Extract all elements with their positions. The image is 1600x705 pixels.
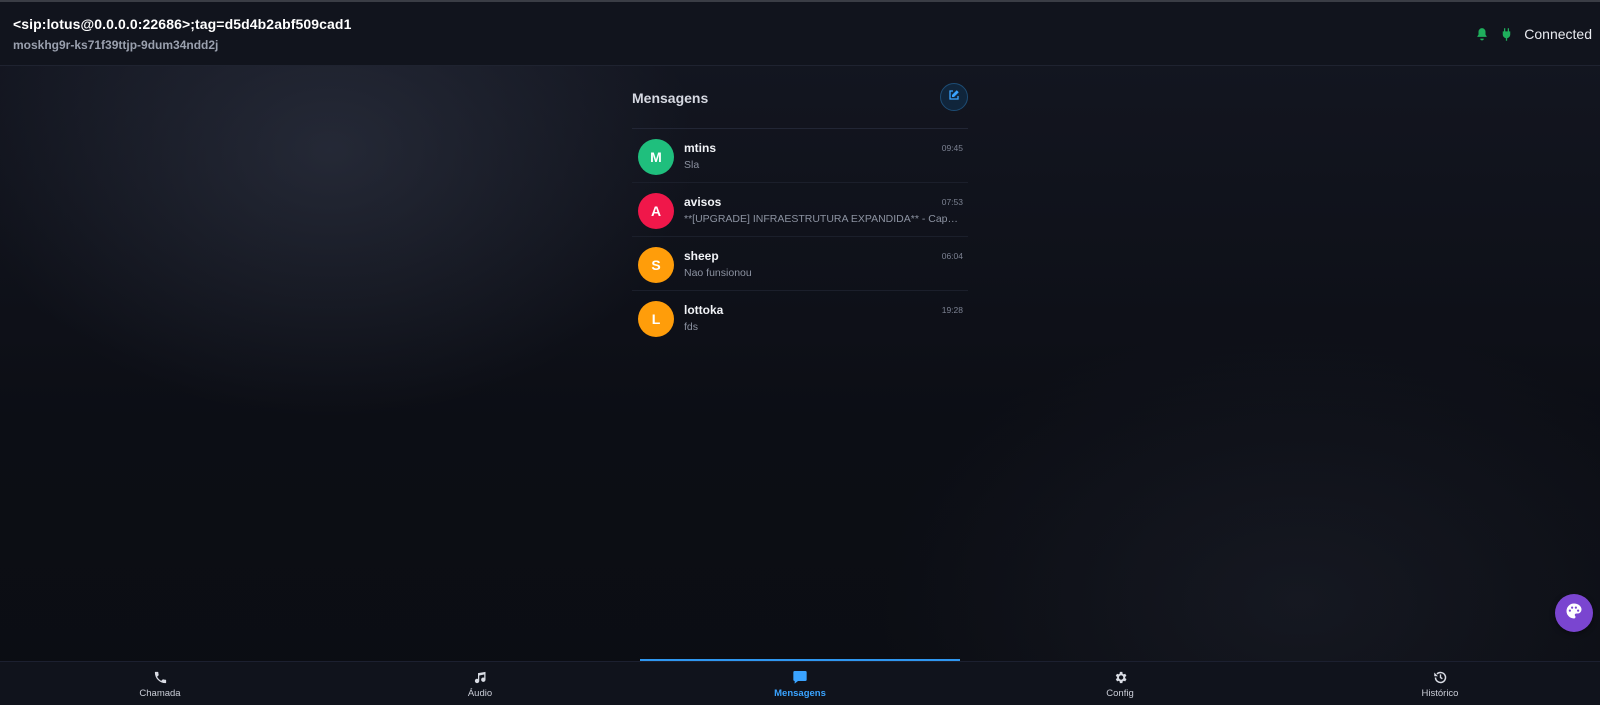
tab-mensagens[interactable]: Mensagens [640, 662, 960, 705]
avatar: S [638, 247, 674, 283]
contact-name: sheep [684, 249, 719, 263]
avatar: L [638, 301, 674, 337]
conversation-list: M mtins 09:45 Sla A avisos 07:53 **[UPGR… [632, 129, 968, 345]
avatar: M [638, 139, 674, 175]
tab-historico[interactable]: Histórico [1280, 662, 1600, 705]
connection-status: Connected [1474, 24, 1592, 44]
message-time: 09:45 [941, 143, 963, 153]
message-time: 19:28 [941, 305, 963, 315]
conversation-item[interactable]: M mtins 09:45 Sla [632, 129, 968, 183]
message-time: 07:53 [941, 197, 963, 207]
tab-label: Histórico [1421, 688, 1459, 699]
plug-icon [1498, 26, 1514, 42]
status-label: Connected [1524, 26, 1592, 42]
message-preview: Sla [684, 159, 700, 171]
conversation-item[interactable]: L lottoka 19:28 fds [632, 291, 968, 345]
conversation-item[interactable]: A avisos 07:53 **[UPGRADE] INFRAESTRUTUR… [632, 183, 968, 237]
palette-icon [1565, 602, 1583, 625]
messages-title: Mensagens [632, 90, 709, 106]
tab-audio[interactable]: Áudio [320, 662, 640, 705]
contact-name: lottoka [684, 303, 724, 317]
tab-label: Chamada [139, 688, 181, 699]
avatar: A [638, 193, 674, 229]
contact-name: avisos [684, 195, 722, 209]
tab-chamada[interactable]: Chamada [0, 662, 320, 705]
bell-icon[interactable] [1474, 26, 1490, 42]
chat-icon [792, 669, 808, 685]
messages-panel: Mensagens M mtins 09:45 Sla A avisos 07:… [632, 66, 968, 660]
contact-name: mtins [684, 141, 717, 155]
gear-icon [1112, 669, 1128, 685]
tab-label: Mensagens [774, 688, 826, 699]
theme-button[interactable] [1555, 594, 1593, 632]
compose-button[interactable] [940, 83, 968, 111]
phone-icon [152, 669, 168, 685]
message-time: 06:04 [941, 251, 963, 261]
tab-label: Config [1106, 688, 1134, 699]
header: <sip:lotus@0.0.0.0:22686>;tag=d5d4b2abf5… [0, 2, 1600, 66]
bottom-navigation: Chamada Áudio Mensagens Config Histórico [0, 661, 1600, 705]
history-icon [1432, 669, 1448, 685]
sip-address-title: <sip:lotus@0.0.0.0:22686>;tag=d5d4b2abf5… [13, 16, 352, 32]
edit-icon [948, 88, 960, 106]
message-preview: Nao funsionou [684, 267, 752, 279]
music-icon [472, 669, 488, 685]
message-preview: fds [684, 321, 699, 333]
conversation-item[interactable]: S sheep 06:04 Nao funsionou [632, 237, 968, 291]
message-preview: **[UPGRADE] INFRAESTRUTURA EXPANDIDA** -… [684, 213, 962, 225]
tab-config[interactable]: Config [960, 662, 1280, 705]
tab-label: Áudio [467, 688, 493, 699]
session-id: moskhg9r-ks71f39ttjp-9dum34ndd2j [13, 38, 219, 52]
